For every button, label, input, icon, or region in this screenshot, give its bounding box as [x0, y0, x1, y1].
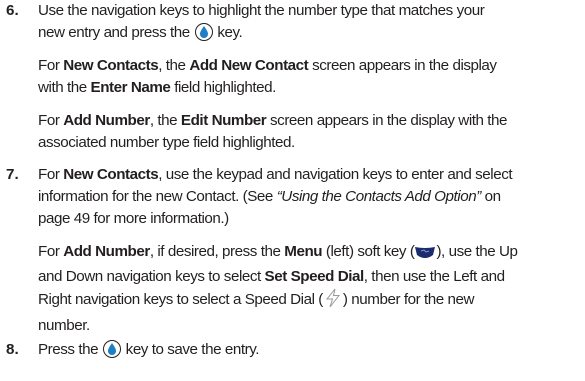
- text-run: screen appears in the display with the: [266, 112, 508, 129]
- text-line: associated number type field highlighted…: [38, 134, 295, 151]
- text-line: and Down navigation keys to select Set S…: [38, 266, 583, 288]
- step-text: For New Contacts, use the keypad and nav…: [38, 164, 583, 230]
- text-run: key.: [217, 24, 243, 41]
- text-run: For: [38, 243, 64, 260]
- ok-key-icon: [102, 340, 121, 358]
- step-6-note-new-contacts: For New Contacts, the Add New Contact sc…: [38, 55, 583, 99]
- text-run: , then use the Left and: [363, 268, 505, 285]
- text-run: For: [38, 166, 64, 183]
- text-line: For New Contacts, the Add New Contact sc…: [38, 55, 583, 77]
- manual-page: 6. Use the navigation keys to highlight …: [0, 0, 585, 381]
- text-run: information for the new Contact. (See: [38, 188, 277, 205]
- speed-dial-icon: [324, 288, 342, 315]
- bold-term: Edit Number: [180, 112, 267, 129]
- text-run: screen appears in the display: [308, 57, 497, 74]
- text-run: Press the: [38, 341, 99, 358]
- bold-term: Set Speed Dial: [264, 268, 365, 285]
- text-run: For: [38, 57, 64, 74]
- step-6-note-add-number: For Add Number, the Edit Number screen a…: [38, 110, 583, 154]
- step-number: 8.: [6, 341, 19, 358]
- bold-term: New Contacts: [63, 57, 159, 74]
- text-line: For Add Number, if desired, press the Me…: [38, 241, 583, 266]
- text-line: with the Enter Name field highlighted.: [38, 77, 583, 99]
- step-number: 6.: [6, 2, 19, 19]
- bold-term: Add Number: [63, 243, 150, 260]
- bold-term: Enter Name: [90, 79, 171, 96]
- text-line: new entry and press the key.: [38, 22, 583, 44]
- text-line: For Add Number, the Edit Number screen a…: [38, 110, 583, 132]
- text-run: , the: [149, 112, 181, 129]
- bold-term: Menu: [284, 243, 323, 260]
- step-number: 7.: [6, 166, 19, 183]
- step-text: Press the key to save the entry.: [38, 339, 583, 361]
- text-run: with the: [38, 79, 91, 96]
- text-line: number.: [38, 317, 90, 334]
- text-run: For: [38, 112, 64, 129]
- text-line: For New Contacts, use the keypad and nav…: [38, 164, 583, 186]
- text-line: information for the new Contact. (See “U…: [38, 186, 583, 208]
- text-line: Use the navigation keys to highlight the…: [38, 2, 485, 19]
- text-run: (left) soft key (: [322, 243, 415, 260]
- text-run: Right navigation keys to select a Speed …: [38, 291, 323, 308]
- text-run: , use the keypad and navigation keys to …: [158, 166, 513, 183]
- text-run: field highlighted.: [170, 79, 276, 96]
- text-run: ), use the Up: [436, 243, 518, 260]
- text-run: , the: [158, 57, 190, 74]
- ok-key-icon: [194, 23, 213, 41]
- bold-term: Add New Contact: [189, 57, 309, 74]
- text-run: on: [480, 188, 501, 205]
- text-line: page 49 for more information.): [38, 210, 229, 227]
- text-run: key to save the entry.: [125, 341, 260, 358]
- step-7-note-add-number: For Add Number, if desired, press the Me…: [38, 241, 583, 337]
- text-line: Press the key to save the entry.: [38, 339, 583, 361]
- text-run: ) number for the new: [342, 291, 475, 308]
- bold-term: New Contacts: [63, 166, 159, 183]
- step-text: Use the navigation keys to highlight the…: [38, 0, 583, 44]
- text-run: and Down navigation keys to select: [38, 268, 265, 285]
- left-soft-key-icon: [415, 244, 436, 266]
- text-line: Right navigation keys to select a Speed …: [38, 288, 583, 315]
- text-run: , if desired, press the: [149, 243, 285, 260]
- text-run: new entry and press the: [38, 24, 190, 41]
- bold-term: Add Number: [63, 112, 150, 129]
- cross-reference: “Using the Contacts Add Option”: [276, 188, 482, 205]
